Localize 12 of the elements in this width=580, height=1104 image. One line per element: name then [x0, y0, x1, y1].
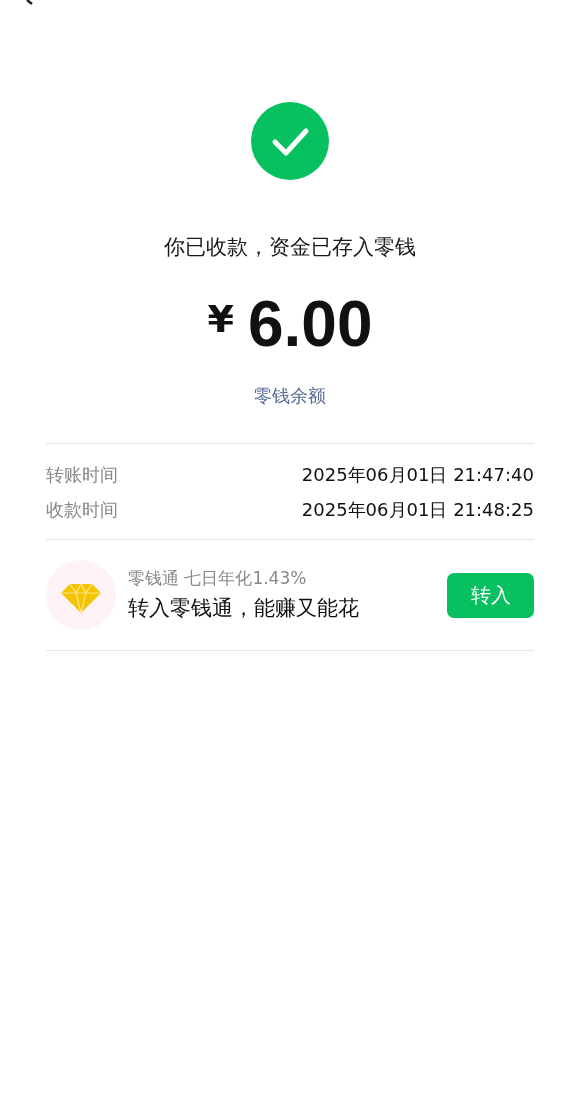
- check-circle-icon: [251, 102, 329, 180]
- amount-value: 6.00: [247, 287, 373, 362]
- detail-value: 2025年06月01日 21:48:25: [301, 498, 534, 522]
- status-title: 你已收款，资金已存入零钱: [164, 234, 416, 261]
- balance-link[interactable]: 零钱余额: [254, 382, 326, 409]
- currency-symbol: ¥: [207, 295, 234, 343]
- detail-value: 2025年06月01日 21:47:40: [301, 463, 534, 487]
- detail-label: 收款时间: [46, 498, 118, 522]
- promo-subtitle: 零钱通 七日年化1.43%: [128, 567, 308, 590]
- detail-label: 转账时间: [46, 463, 118, 487]
- promo-text: 转入零钱通，能赚又能花: [128, 595, 360, 622]
- back-icon[interactable]: [26, 0, 34, 5]
